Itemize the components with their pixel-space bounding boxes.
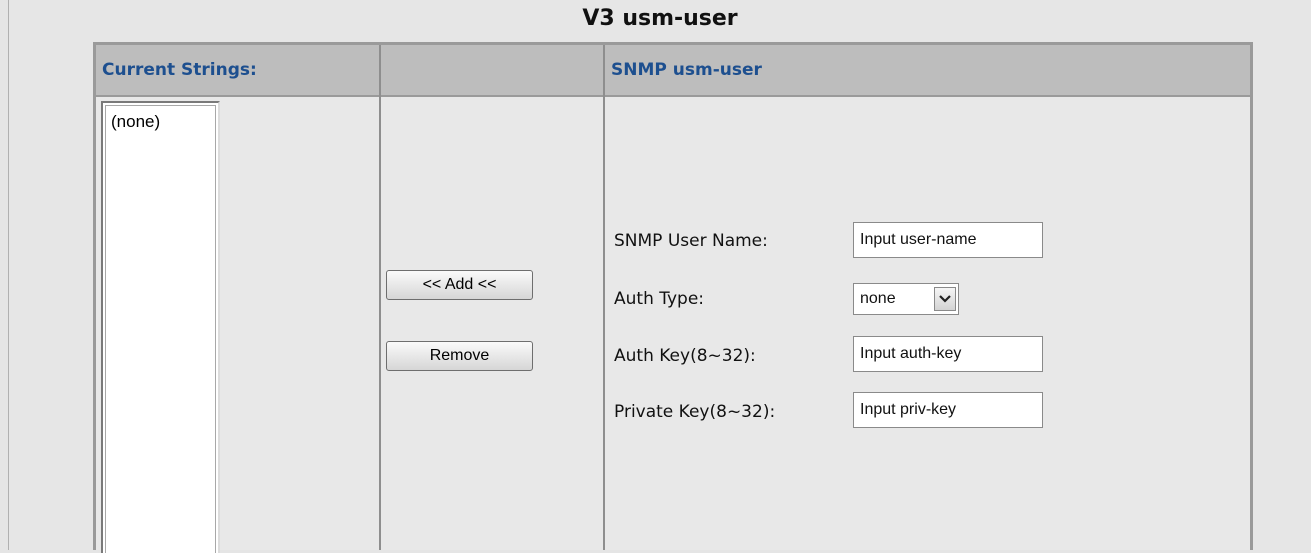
auth-type-select[interactable]: none: [853, 283, 959, 315]
page-frame: V3 usm-user Current Strings: SNMP usm-us…: [8, 0, 1311, 553]
auth-key-label: Auth Key(8~32):: [614, 346, 756, 366]
column-divider: [603, 45, 605, 550]
header-current-strings-label: Current Strings:: [102, 60, 257, 80]
add-button[interactable]: << Add <<: [386, 270, 533, 300]
auth-type-value: none: [860, 290, 896, 307]
listbox-inner: (none): [105, 105, 216, 553]
header-current-strings: Current Strings:: [96, 45, 379, 97]
remove-button[interactable]: Remove: [386, 341, 533, 371]
snmp-user-name-label: SNMP User Name:: [614, 231, 768, 251]
snmp-user-name-input[interactable]: Input user-name: [853, 222, 1043, 258]
current-strings-listbox[interactable]: (none): [101, 101, 220, 553]
header-snmp-usm-user-label: SNMP usm-user: [611, 60, 762, 80]
chevron-down-icon[interactable]: [934, 287, 956, 311]
private-key-input[interactable]: Input priv-key: [853, 392, 1043, 428]
list-item[interactable]: (none): [106, 106, 215, 132]
column-divider: [379, 45, 381, 550]
usm-user-table: Current Strings: SNMP usm-user (none) <<…: [93, 42, 1253, 553]
header-middle: [381, 45, 603, 97]
page-title: V3 usm-user: [582, 6, 738, 31]
auth-type-label: Auth Type:: [614, 289, 705, 309]
auth-key-input[interactable]: Input auth-key: [853, 336, 1043, 372]
header-snmp-usm-user: SNMP usm-user: [605, 45, 1250, 97]
private-key-label: Private Key(8~32):: [614, 402, 776, 422]
